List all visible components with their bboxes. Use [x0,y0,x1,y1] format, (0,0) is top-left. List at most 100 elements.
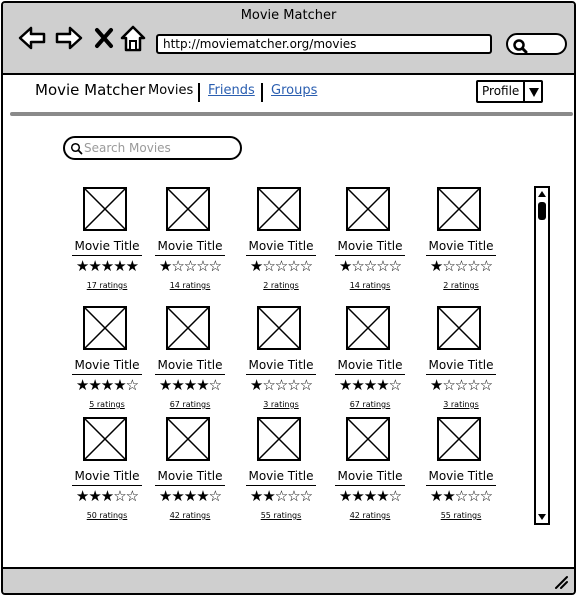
url-bar[interactable]: http://moviematcher.org/movies [156,34,492,54]
movie-title[interactable]: Movie Title [62,469,152,483]
filled-star-icon[interactable]: ★ [101,257,114,275]
star-rating[interactable]: ★☆☆☆☆ [325,258,415,274]
movie-poster-placeholder[interactable] [346,417,390,461]
star-rating[interactable]: ★★★★☆ [325,488,415,504]
star-rating[interactable]: ★☆☆☆☆ [416,258,506,274]
empty-star-icon[interactable]: ☆ [480,376,493,394]
movie-poster-placeholder[interactable] [437,187,481,231]
forward-arrow-icon[interactable] [54,25,84,51]
movie-search-field[interactable] [63,136,242,160]
star-rating[interactable]: ★★☆☆☆ [236,488,326,504]
movie-poster-placeholder[interactable] [437,417,481,461]
movie-card[interactable]: Movie Title ★☆☆☆☆ 3 ratings [236,300,326,415]
filled-star-icon[interactable]: ★ [430,376,443,394]
home-icon[interactable] [120,25,146,53]
ratings-count-link[interactable]: 50 ratings [62,511,152,520]
movie-poster-placeholder[interactable] [166,417,210,461]
ratings-count-link[interactable]: 67 ratings [325,400,415,409]
empty-star-icon[interactable]: ☆ [467,257,480,275]
empty-star-icon[interactable]: ☆ [171,257,184,275]
ratings-count-link[interactable]: 67 ratings [145,400,235,409]
empty-star-icon[interactable]: ☆ [300,257,313,275]
movie-poster-placeholder[interactable] [166,306,210,350]
ratings-count-link[interactable]: 5 ratings [62,400,152,409]
ratings-count-link[interactable]: 17 ratings [62,281,152,290]
close-x-icon[interactable] [94,25,114,51]
movie-poster-placeholder[interactable] [437,306,481,350]
movie-card[interactable]: Movie Title ★★★★☆ 67 ratings [145,300,235,415]
scroll-up-arrow-icon[interactable] [536,188,548,200]
filled-star-icon[interactable]: ★ [250,257,263,275]
filled-star-icon[interactable]: ★ [250,376,263,394]
empty-star-icon[interactable]: ☆ [467,376,480,394]
movie-title[interactable]: Movie Title [416,469,506,483]
movie-poster-placeholder[interactable] [257,187,301,231]
scroll-down-arrow-icon[interactable] [536,511,548,523]
empty-star-icon[interactable]: ☆ [126,487,139,505]
vertical-scrollbar[interactable] [534,186,550,525]
filled-star-icon[interactable]: ★ [196,487,209,505]
movie-title[interactable]: Movie Title [236,239,326,253]
ratings-count-link[interactable]: 14 ratings [145,281,235,290]
star-rating[interactable]: ★☆☆☆☆ [236,258,326,274]
movie-title[interactable]: Movie Title [62,358,152,372]
empty-star-icon[interactable]: ☆ [455,487,468,505]
movie-card[interactable]: Movie Title ★☆☆☆☆ 14 ratings [325,181,415,296]
empty-star-icon[interactable]: ☆ [300,376,313,394]
ratings-count-link[interactable]: 3 ratings [236,400,326,409]
movie-title[interactable]: Movie Title [145,239,235,253]
filled-star-icon[interactable]: ★ [364,487,377,505]
movie-poster-placeholder[interactable] [83,187,127,231]
empty-star-icon[interactable]: ☆ [287,257,300,275]
movie-card[interactable]: Movie Title ★★★★☆ 42 ratings [325,411,415,526]
empty-star-icon[interactable]: ☆ [196,257,209,275]
filled-star-icon[interactable]: ★ [171,487,184,505]
filled-star-icon[interactable]: ★ [184,376,197,394]
movie-title[interactable]: Movie Title [325,358,415,372]
movie-card[interactable]: Movie Title ★★★☆☆ 50 ratings [62,411,152,526]
empty-star-icon[interactable]: ☆ [275,376,288,394]
ratings-count-link[interactable]: 42 ratings [325,511,415,520]
star-rating[interactable]: ★☆☆☆☆ [145,258,235,274]
movie-card[interactable]: Movie Title ★☆☆☆☆ 3 ratings [416,300,506,415]
empty-star-icon[interactable]: ☆ [389,487,402,505]
browser-search-field[interactable] [506,33,567,55]
scroll-thumb[interactable] [538,202,546,220]
star-rating[interactable]: ★★★★☆ [325,377,415,393]
filled-star-icon[interactable]: ★ [88,376,101,394]
filled-star-icon[interactable]: ★ [196,376,209,394]
movie-card[interactable]: Movie Title ★★☆☆☆ 55 ratings [236,411,326,526]
movie-poster-placeholder[interactable] [83,306,127,350]
empty-star-icon[interactable]: ☆ [262,257,275,275]
empty-star-icon[interactable]: ☆ [389,376,402,394]
star-rating[interactable]: ★☆☆☆☆ [416,377,506,393]
ratings-count-link[interactable]: 2 ratings [236,281,326,290]
nav-friends-link[interactable]: Friends [208,83,255,98]
filled-star-icon[interactable]: ★ [101,376,114,394]
empty-star-icon[interactable]: ☆ [300,487,313,505]
filled-star-icon[interactable]: ★ [339,257,352,275]
filled-star-icon[interactable]: ★ [430,487,443,505]
filled-star-icon[interactable]: ★ [262,487,275,505]
empty-star-icon[interactable]: ☆ [113,487,126,505]
empty-star-icon[interactable]: ☆ [480,487,493,505]
movie-card[interactable]: Movie Title ★☆☆☆☆ 2 ratings [416,181,506,296]
star-rating[interactable]: ★★★★☆ [145,488,235,504]
filled-star-icon[interactable]: ★ [376,376,389,394]
filled-star-icon[interactable]: ★ [76,257,89,275]
filled-star-icon[interactable]: ★ [126,257,139,275]
movie-title[interactable]: Movie Title [62,239,152,253]
movie-poster-placeholder[interactable] [346,306,390,350]
empty-star-icon[interactable]: ☆ [442,257,455,275]
ratings-count-link[interactable]: 3 ratings [416,400,506,409]
star-rating[interactable]: ★★★☆☆ [62,488,152,504]
empty-star-icon[interactable]: ☆ [209,376,222,394]
filled-star-icon[interactable]: ★ [159,487,172,505]
filled-star-icon[interactable]: ★ [88,257,101,275]
movie-card[interactable]: Movie Title ★★★★★ 17 ratings [62,181,152,296]
movie-title[interactable]: Movie Title [325,469,415,483]
movie-card[interactable]: Movie Title ★★☆☆☆ 55 ratings [416,411,506,526]
movie-card[interactable]: Movie Title ★★★★☆ 42 ratings [145,411,235,526]
empty-star-icon[interactable]: ☆ [275,487,288,505]
movie-title[interactable]: Movie Title [145,358,235,372]
